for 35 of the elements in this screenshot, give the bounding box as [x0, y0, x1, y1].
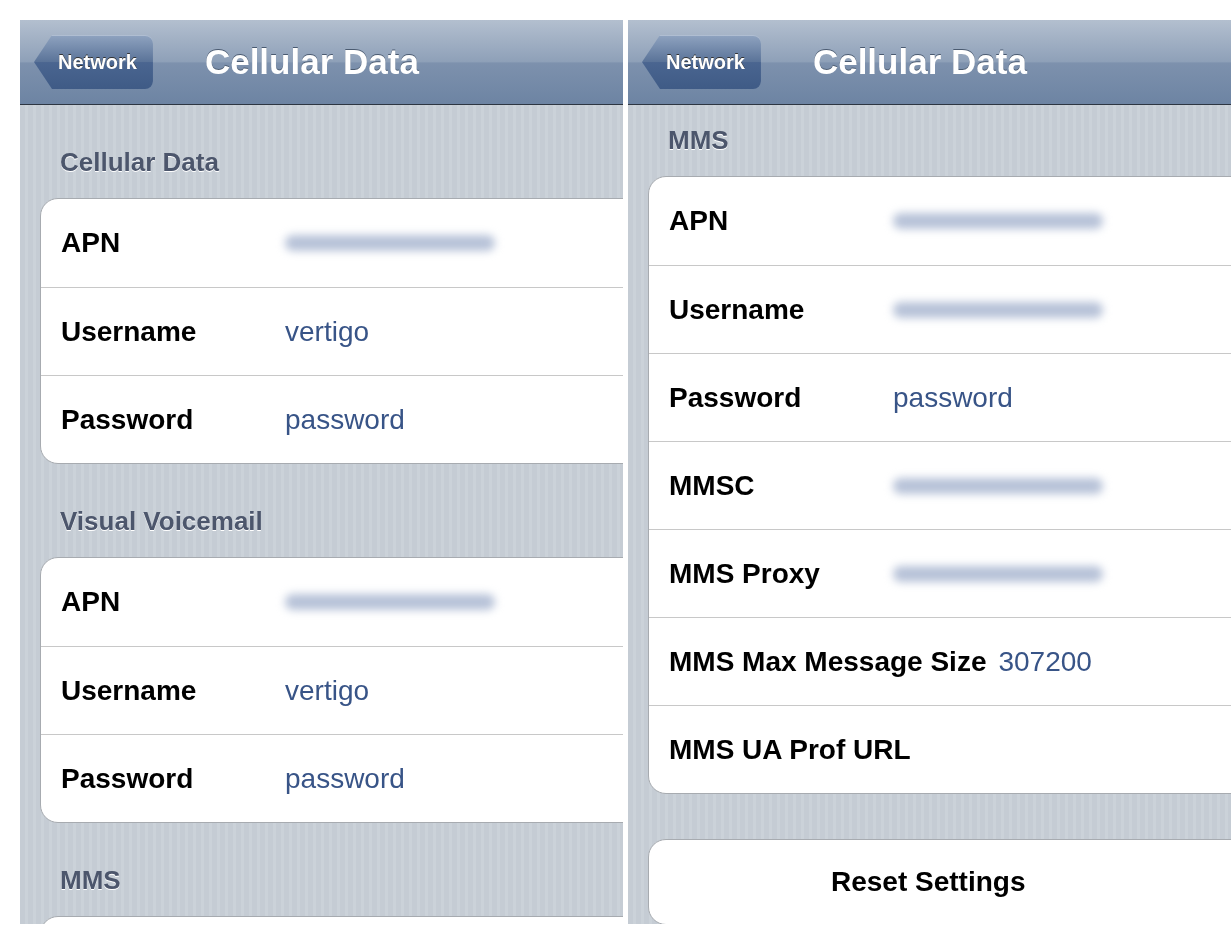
settings-row[interactable]: MMS Max Message Size 307200 [649, 617, 1231, 705]
settings-row[interactable]: APN [41, 558, 623, 646]
settings-row[interactable]: MMS Proxy [649, 529, 1231, 617]
field-value: vertigo [285, 674, 370, 707]
field-label: Password [669, 381, 803, 414]
field-label: Password [61, 403, 195, 436]
nav-title: Cellular Data [812, 42, 1027, 82]
field-value: 307200 [998, 645, 1092, 678]
field-label: MMS Max Message Size [669, 645, 987, 678]
field-value: password [285, 403, 405, 436]
settings-row[interactable]: MMSC [649, 441, 1231, 529]
field-value: password [893, 381, 1013, 414]
section-header: Visual Voicemail [59, 505, 264, 538]
section-header: MMS [59, 864, 122, 897]
field-label: MMS Proxy [669, 557, 821, 590]
field-label: Username [669, 293, 806, 326]
settings-row[interactable]: APN [41, 199, 623, 287]
settings-row[interactable]: MMS UA Prof URL [649, 705, 1231, 793]
nav-title: Cellular Data [204, 42, 419, 82]
field-label: Username [61, 674, 198, 707]
settings-row[interactable]: APN [649, 177, 1231, 265]
section-header: MMS [667, 124, 730, 157]
field-label: APN [669, 205, 730, 237]
field-label: Password [61, 762, 195, 795]
field-label: MMSC [669, 469, 756, 502]
field-label: Username [61, 315, 198, 348]
settings-row[interactable]: Password password [649, 353, 1231, 441]
field-label: MMS UA Prof URL [669, 733, 911, 766]
field-label: APN [61, 586, 122, 618]
section-header: Cellular Data [59, 146, 220, 179]
field-value: password [285, 762, 405, 795]
field-label: APN [61, 227, 122, 259]
settings-row[interactable]: Username [649, 265, 1231, 353]
reset-button[interactable]: Reset Settings [648, 839, 1231, 924]
field-value: vertigo [285, 315, 370, 348]
